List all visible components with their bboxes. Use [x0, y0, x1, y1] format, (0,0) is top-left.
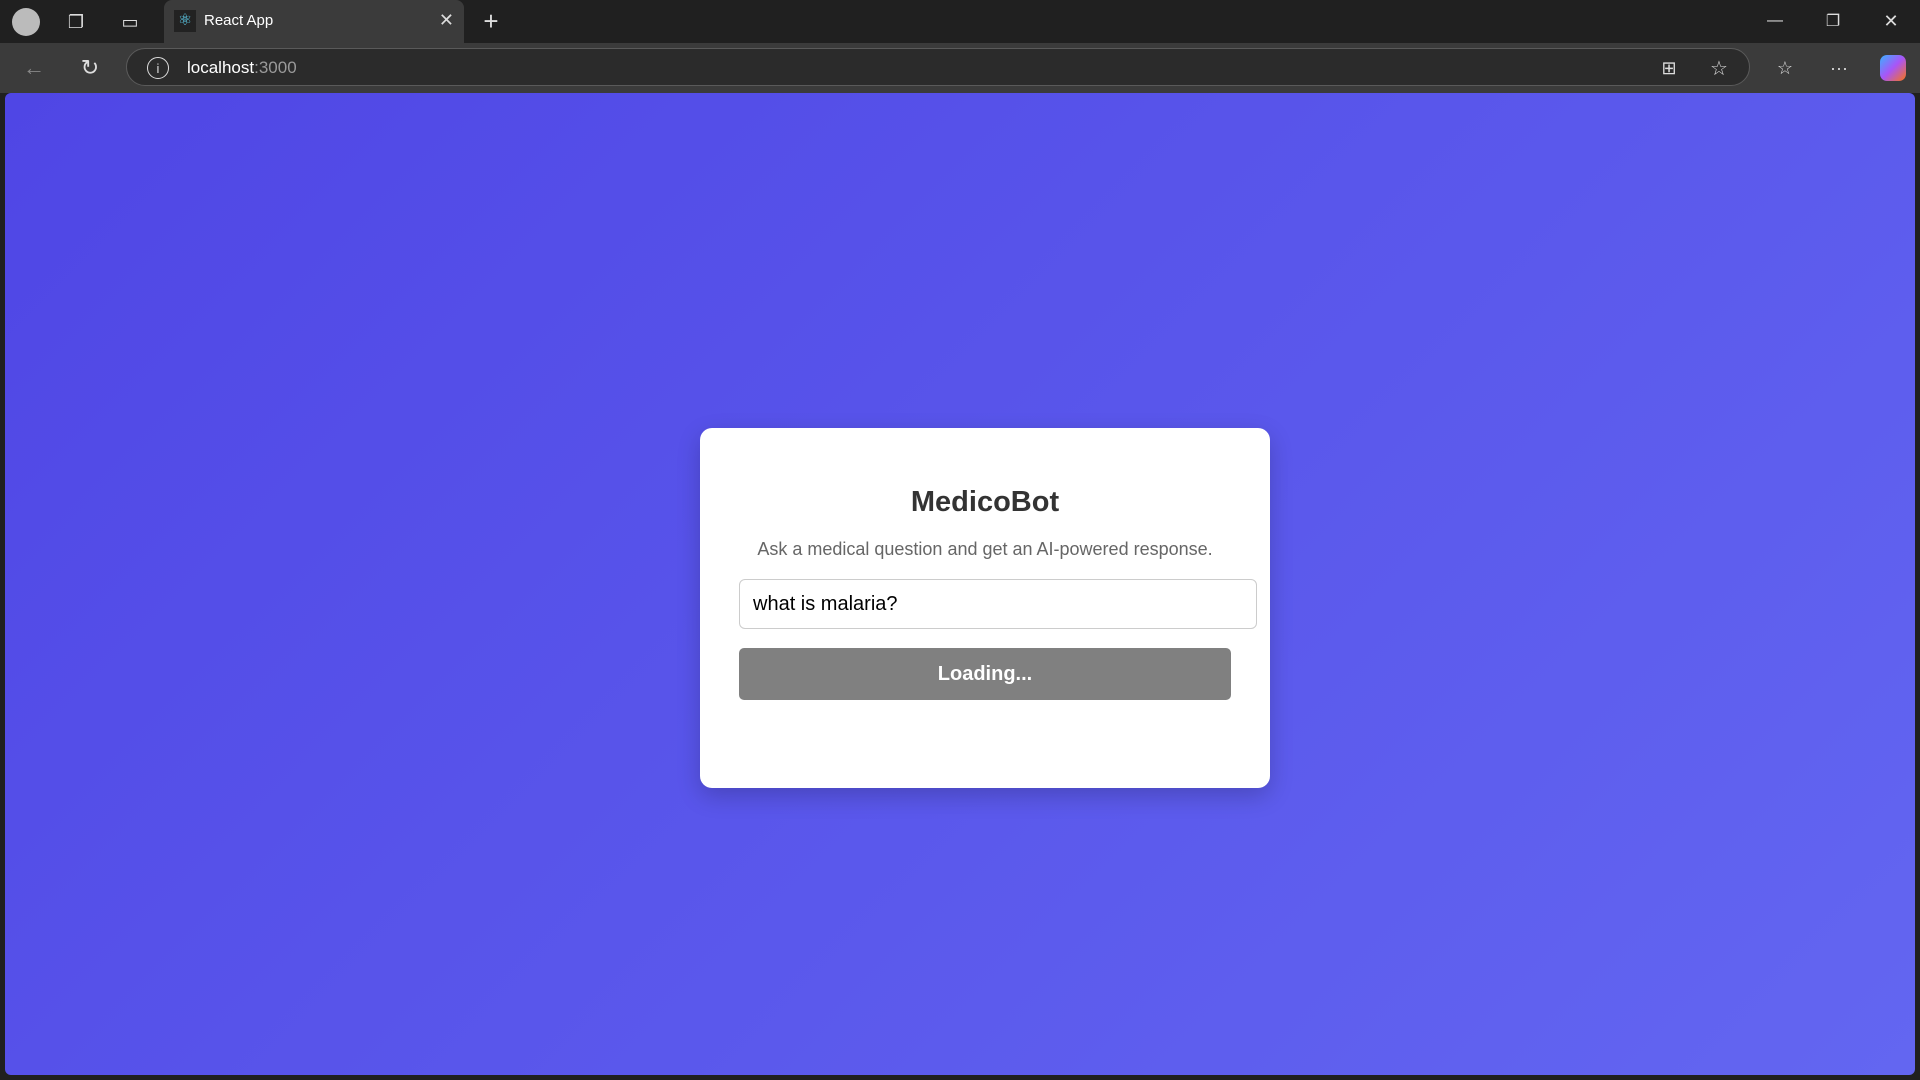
page-background: MedicoBot Ask a medical question and get…: [5, 93, 1915, 1075]
close-window-icon[interactable]: ✕: [1876, 8, 1906, 34]
tab-react-app[interactable]: ⚛ React App ✕: [164, 0, 464, 43]
more-options-icon[interactable]: ···: [1826, 55, 1852, 81]
new-tab-icon[interactable]: +: [478, 6, 504, 36]
url-text: localhost:3000: [187, 58, 297, 77]
collections-icon[interactable]: ❐: [64, 10, 88, 34]
copilot-icon[interactable]: [1880, 55, 1906, 81]
app-subtitle: Ask a medical question and get an AI-pow…: [757, 539, 1213, 559]
back-icon[interactable]: ←: [20, 55, 48, 81]
browser-tab-bar: ❐ ▭ ⚛ React App ✕ + — ❐ ✕: [0, 0, 1920, 43]
restore-icon[interactable]: ❐: [1818, 8, 1848, 34]
site-info-icon[interactable]: i: [147, 57, 169, 79]
app-title: MedicoBot: [910, 486, 1060, 518]
refresh-icon[interactable]: ↻: [76, 55, 104, 81]
vertical-tabs-icon[interactable]: ▭: [118, 10, 142, 34]
address-bar[interactable]: i localhost:3000 ⊞ ☆: [126, 48, 1750, 86]
favorite-star-icon[interactable]: ☆: [1707, 56, 1731, 80]
favorites-icon[interactable]: ☆: [1772, 55, 1798, 81]
profile-avatar-icon[interactable]: [12, 8, 40, 36]
tab-title: React App: [204, 12, 274, 29]
react-logo-icon: ⚛: [174, 10, 196, 32]
chat-card: MedicoBot Ask a medical question and get…: [700, 428, 1270, 788]
browser-toolbar: ← ↻ i localhost:3000 ⊞ ☆ ☆ ···: [0, 43, 1920, 93]
close-tab-icon[interactable]: ✕: [439, 10, 454, 31]
app-install-icon[interactable]: ⊞: [1657, 56, 1681, 80]
minimize-icon[interactable]: —: [1760, 8, 1790, 34]
submit-button[interactable]: Loading...: [739, 648, 1231, 700]
question-input[interactable]: what is malaria?: [739, 579, 1257, 629]
